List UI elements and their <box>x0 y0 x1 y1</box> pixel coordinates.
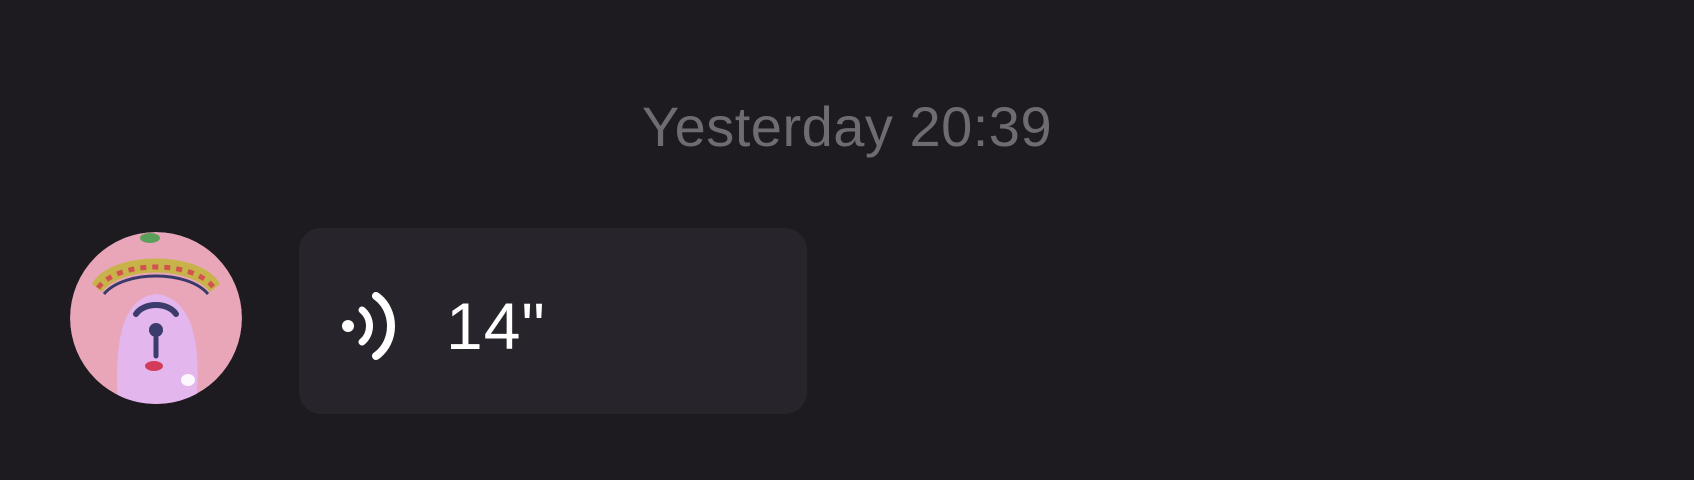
avatar[interactable] <box>70 232 242 404</box>
voice-message-bubble[interactable]: 14" <box>299 228 807 414</box>
chat-screen: Yesterday 20:39 14" <box>0 0 1694 480</box>
message-timestamp: Yesterday 20:39 <box>641 95 1053 158</box>
voice-duration: 14" <box>446 289 546 363</box>
voice-wave-icon <box>336 288 408 364</box>
avatar-icon <box>70 232 242 404</box>
